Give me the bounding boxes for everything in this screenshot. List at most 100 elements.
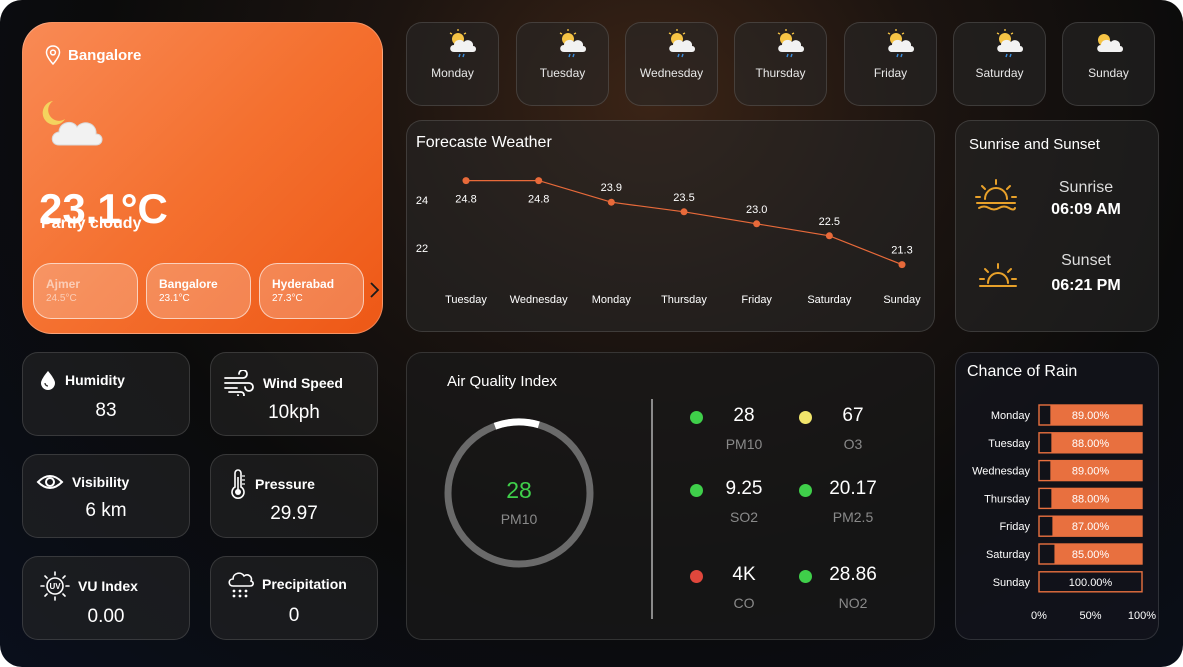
air-quality-card: Air Quality Index 28 PM10 28 PM10 67 O3 9.25… — [406, 352, 935, 640]
day-tile-monday[interactable]: Monday — [406, 22, 499, 106]
forecast-point[interactable] — [753, 220, 761, 228]
wind-speed-label: Wind Speed — [263, 375, 343, 391]
day-label: Saturday — [975, 66, 1024, 80]
forecast-data-label: 23.9 — [601, 182, 622, 194]
precipitation-label: Precipitation — [262, 576, 347, 592]
sunrise-sunset-card: Sunrise and Sunset Sunrise 06:09 AM Suns… — [955, 120, 1159, 332]
rain-category-label: Sunday — [993, 577, 1031, 589]
forecast-point[interactable] — [680, 208, 688, 216]
aqi-gauge-label: PM10 — [500, 511, 538, 527]
city-card-name: Bangalore — [159, 277, 218, 291]
day-label: Monday — [431, 66, 474, 80]
aqi-item-value: 9.25 — [725, 478, 763, 499]
aqi-item-so2: 9.25 SO2 — [690, 478, 790, 538]
rain-category-label: Thursday — [984, 493, 1030, 505]
day-tile-saturday[interactable]: Saturday — [953, 22, 1046, 106]
forecast-x-tick: Friday — [741, 294, 772, 306]
aqi-title: Air Quality Index — [447, 373, 558, 390]
aqi-item-value: 4K — [732, 564, 756, 585]
cloud-sun-rain-icon — [887, 28, 915, 58]
forecast-x-tick: Monday — [592, 294, 632, 306]
humidity-card: Humidity 83 — [22, 352, 190, 436]
rain-bar-chart: Monday 89.00% Tuesday 88.00% Wednesday 89.00%… — [972, 404, 1156, 622]
aqi-item-label: PM2.5 — [832, 509, 874, 525]
aqi-item-o3: 67 O3 — [799, 405, 899, 465]
forecast-point[interactable] — [535, 177, 543, 185]
uv-index-card: UV VU Index 0.00 — [22, 556, 190, 640]
city-card-hyderabad[interactable]: Hyderabad 27.3°C — [259, 263, 364, 319]
aqi-item-label: CO — [733, 595, 755, 611]
forecast-data-label: 23.0 — [746, 204, 767, 216]
forecast-point[interactable] — [898, 261, 906, 269]
rain-x-tick: 0% — [1031, 610, 1047, 622]
pressure-card: Pressure 29.97 — [210, 454, 378, 538]
rain-value-label: 85.00% — [1072, 549, 1110, 561]
forecast-x-tick: Thursday — [661, 294, 707, 306]
city-name: Bangalore — [68, 46, 142, 64]
precipitation-card: Precipitation 0 — [210, 556, 378, 640]
city-card-bangalore[interactable]: Bangalore 23.1°C — [146, 263, 251, 319]
aqi-item-value: 28 — [733, 405, 755, 426]
cloud-sun-rain-icon — [559, 28, 587, 58]
sunrise-time: 06:09 AM — [1051, 201, 1121, 218]
forecast-point[interactable] — [825, 232, 833, 240]
rain-x-tick: 50% — [1079, 610, 1101, 622]
forecast-chart-card: Forecaste Weather 24.8 24.8 23.9 23.5 23.0 22… — [406, 120, 935, 332]
forecast-x-tick: Sunday — [883, 294, 921, 306]
aqi-item-label: O3 — [843, 436, 863, 452]
aqi-item-pm25: 20.17 PM2.5 — [799, 478, 899, 538]
status-dot — [690, 411, 703, 424]
aqi-item-value: 28.86 — [829, 564, 877, 585]
water-drop-icon — [41, 371, 55, 390]
current-weather-card: Bangalore 23.1°C Partly cloudy Ajmer 24.… — [22, 22, 383, 334]
aqi-item-pm10: 28 PM10 — [690, 405, 790, 465]
aqi-gauge-value: 28 — [506, 477, 532, 503]
status-dot — [799, 570, 812, 583]
aqi-item-value: 67 — [842, 405, 864, 426]
city-card-ajmer[interactable]: Ajmer 24.5°C — [33, 263, 138, 319]
rain-category-label: Monday — [991, 410, 1031, 422]
forecast-point[interactable] — [462, 177, 470, 185]
forecast-data-label: 24.8 — [455, 194, 476, 206]
aqi-item-label: SO2 — [729, 509, 758, 525]
moon-cloud-icon — [42, 101, 103, 146]
chance-of-rain-card: Chance of Rain Monday 89.00% Tuesday 88.00%… — [955, 352, 1159, 640]
day-tile-sunday[interactable]: Sunday — [1062, 22, 1155, 106]
cloud-sun-rain-icon — [668, 28, 696, 58]
pressure-value: 29.97 — [270, 503, 318, 524]
forecast-y-tick: 22 — [416, 243, 428, 255]
day-tile-tuesday[interactable]: Tuesday — [516, 22, 609, 106]
cloud-sun-rain-icon — [449, 28, 477, 58]
forecast-point[interactable] — [607, 198, 615, 206]
day-tile-thursday[interactable]: Thursday — [734, 22, 827, 106]
precipitation-value: 0 — [288, 605, 300, 626]
humidity-value: 83 — [95, 400, 117, 421]
sunset-icon — [979, 263, 1017, 287]
day-tile-wednesday[interactable]: Wednesday — [625, 22, 718, 106]
chevron-right-icon[interactable] — [369, 281, 381, 299]
weather-condition: Partly cloudy — [41, 215, 142, 232]
weather-dashboard: Bangalore 23.1°C Partly cloudy Ajmer 24.… — [0, 0, 1183, 667]
visibility-value: 6 km — [85, 500, 127, 521]
rain-category-label: Friday — [999, 521, 1030, 533]
location-header: Bangalore — [45, 45, 141, 65]
aqi-gauge-arc — [493, 418, 540, 430]
forecast-line-chart: 24.8 24.8 23.9 23.5 23.0 22.5 21.3 Tuesday Wedne… — [416, 177, 921, 306]
day-label: Sunday — [1088, 66, 1129, 80]
rain-category-label: Wednesday — [972, 466, 1030, 478]
rain-category-label: Saturday — [986, 549, 1031, 561]
status-dot — [690, 484, 703, 497]
uv-index-label: VU Index — [78, 578, 138, 594]
forecast-x-tick: Saturday — [807, 294, 852, 306]
day-label: Friday — [873, 66, 908, 80]
city-card-temp: 23.1°C — [159, 293, 190, 304]
visibility-label: Visibility — [72, 474, 130, 490]
rain-value-label: 88.00% — [1072, 438, 1110, 450]
status-dot — [799, 484, 812, 497]
day-label: Tuesday — [539, 66, 586, 80]
uv-index-value: 0.00 — [87, 606, 125, 627]
thermometer-icon — [231, 469, 245, 499]
day-tile-friday[interactable]: Friday — [844, 22, 937, 106]
forecast-y-tick: 24 — [416, 195, 428, 207]
svg-text:UV: UV — [49, 582, 61, 591]
